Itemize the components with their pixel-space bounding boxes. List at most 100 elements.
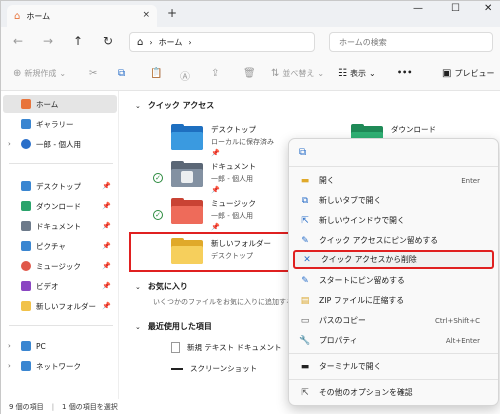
- pin-start-icon: ✎: [301, 275, 309, 286]
- chevron-right-icon[interactable]: ›: [8, 140, 11, 148]
- share-icon[interactable]: ⇪: [211, 68, 219, 79]
- maximize-button[interactable]: ☐: [451, 3, 460, 14]
- menu-item-open[interactable]: ▬ 開く Enter: [293, 171, 494, 190]
- folder-music[interactable]: ミュージック 一郎 - 個人用 📌: [171, 198, 256, 231]
- menu-item-pin-quick-access[interactable]: ✎ クイック アクセスにピン留めする: [293, 231, 494, 250]
- menu-item-label: 新しいタブで開く: [319, 196, 382, 205]
- chevron-right-icon: ›: [188, 37, 192, 47]
- remove-icon: ✕: [303, 254, 311, 265]
- folder-name: 新しいフォルダー: [211, 239, 271, 248]
- section-favorites[interactable]: ⌄ お気に入り: [135, 281, 188, 292]
- new-button[interactable]: ⊕ 新規作成 ⌄: [13, 68, 66, 79]
- sidebar-item-desktop[interactable]: デスクトップ 📌: [3, 177, 117, 195]
- close-tab-icon[interactable]: ×: [142, 10, 150, 20]
- recent-item-name: スクリーンショット: [190, 364, 258, 373]
- desktop-icon: [21, 181, 31, 191]
- sidebar-item-downloads[interactable]: ダウンロード 📌: [3, 197, 117, 215]
- forward-button[interactable]: →: [43, 34, 53, 48]
- gallery-icon: [21, 119, 31, 129]
- menu-item-open-new-window[interactable]: ⇱ 新しいウインドウで開く: [293, 211, 494, 230]
- recent-item[interactable]: 新規 テキスト ドキュメント: [171, 342, 282, 353]
- back-button[interactable]: ←: [13, 34, 23, 48]
- menu-item-remove-quick-access[interactable]: ✕ クイック アクセスから削除: [293, 250, 494, 269]
- chevron-down-icon: ⌄: [317, 69, 325, 78]
- menu-item-more-options[interactable]: ⇱ その他のオプションを確認: [293, 383, 494, 402]
- sidebar-item-pictures[interactable]: ピクチャ 📌: [3, 237, 117, 255]
- chevron-right-icon[interactable]: ›: [8, 342, 11, 350]
- address-bar[interactable]: ⌂ › ホーム ›: [129, 32, 315, 52]
- view-icon: ☷: [338, 68, 347, 79]
- menu-item-compress-zip[interactable]: ▤ ZIP ファイルに圧縮する: [293, 291, 494, 310]
- delete-icon[interactable]: 🗑: [243, 68, 256, 79]
- copy-icon[interactable]: ⧉: [118, 68, 125, 79]
- copy-path-icon: ▭: [300, 315, 310, 326]
- sidebar-item-music[interactable]: ミュージック 📌: [3, 257, 117, 275]
- sidebar-item-label: ネットワーク: [36, 361, 81, 371]
- sort-icon: ⇅: [271, 68, 280, 79]
- section-quick-access[interactable]: ⌄ クイック アクセス: [135, 100, 214, 111]
- paste-icon[interactable]: 📋: [150, 68, 162, 79]
- folder-icon: [21, 301, 31, 311]
- sidebar-item-label: PC: [36, 341, 46, 351]
- menu-item-properties[interactable]: 🔧 プロパティ Alt+Enter: [293, 331, 494, 350]
- status-separator: |: [51, 403, 55, 411]
- cut-icon[interactable]: ✂: [89, 68, 97, 79]
- section-recent[interactable]: ⌄ 最近使用した項目: [135, 321, 212, 332]
- menu-item-label: 新しいウインドウで開く: [319, 216, 405, 225]
- pin-icon: 📌: [211, 149, 220, 157]
- search-box[interactable]: [329, 32, 493, 52]
- sidebar-item-pc[interactable]: › PC: [3, 337, 117, 355]
- sort-button[interactable]: ⇅ 並べ替え ⌄: [271, 68, 324, 79]
- chevron-right-icon[interactable]: ›: [8, 362, 11, 370]
- folder-desktop[interactable]: デスクトップ ローカルに保存済み 📌: [171, 124, 274, 157]
- preview-button[interactable]: ▣ プレビュー: [442, 68, 494, 79]
- network-icon: [21, 361, 31, 371]
- sidebar-item-network[interactable]: › ネットワーク: [3, 357, 117, 375]
- sidebar-item-label: ホーム: [36, 99, 59, 109]
- sidebar-item-label: 新しいフォルダー: [36, 301, 96, 311]
- file-explorer-window: ⌂ ホーム × + — ☐ ✕ ← → ↑ ↻ ⌂ › ホーム › ⊕ 新規作成…: [0, 0, 500, 414]
- new-folder-icon: [171, 238, 203, 264]
- pin-icon: 📌: [102, 182, 111, 190]
- sidebar-item-gallery[interactable]: ギャラリー: [3, 115, 117, 133]
- recent-item[interactable]: スクリーンショット: [171, 363, 257, 374]
- view-button[interactable]: ☷ 表示 ⌄: [338, 68, 376, 79]
- pc-icon: [21, 341, 31, 351]
- menu-item-copy-path[interactable]: ▭ パスのコピー Ctrl+Shift+C: [293, 311, 494, 330]
- command-bar: ⊕ 新規作成 ⌄ ✂ ⧉ 📋 Ⓐ ⇪ 🗑 ⇅ 並べ替え ⌄ ☷ 表示 ⌄ •••…: [1, 57, 500, 91]
- folder-new-folder[interactable]: 新しいフォルダー デスクトップ: [171, 238, 271, 264]
- minimize-button[interactable]: —: [413, 3, 423, 14]
- sidebar-item-onedrive[interactable]: › 一郎 - 個人用: [3, 135, 117, 153]
- more-options-button[interactable]: •••: [397, 68, 412, 77]
- chevron-down-icon: ⌄: [368, 69, 376, 78]
- close-button[interactable]: ✕: [484, 3, 492, 14]
- menu-item-open-terminal[interactable]: ▬ ターミナルで開く: [293, 357, 494, 376]
- sidebar-item-documents[interactable]: ドキュメント 📌: [3, 217, 117, 235]
- menu-item-pin-start[interactable]: ✎ スタートにピン留めする: [293, 271, 494, 290]
- tab-title: ホーム: [26, 11, 51, 21]
- tab-home[interactable]: ⌂ ホーム ×: [7, 5, 157, 27]
- new-tab-button[interactable]: +: [167, 7, 177, 19]
- menu-item-open-new-tab[interactable]: ⧉ 新しいタブで開く: [293, 191, 494, 210]
- folder-documents[interactable]: ドキュメント 一郎 - 個人用 📌: [171, 161, 256, 194]
- sort-button-label: 並べ替え: [282, 69, 315, 78]
- item-count: 9 個の項目: [9, 403, 44, 411]
- menu-item-label: ターミナルで開く: [319, 362, 382, 371]
- sidebar-item-videos[interactable]: ビデオ 📌: [3, 277, 117, 295]
- zip-icon: ▤: [300, 295, 310, 306]
- chevron-right-icon: ›: [149, 37, 153, 47]
- chevron-down-icon: ⌄: [135, 101, 141, 110]
- sidebar-item-new-folder[interactable]: 新しいフォルダー 📌: [3, 297, 117, 315]
- sidebar-item-home[interactable]: ホーム: [3, 95, 117, 113]
- folder-name: デスクトップ: [211, 125, 256, 134]
- section-title: 最近使用した項目: [147, 322, 212, 331]
- menu-item-label: その他のオプションを確認: [319, 388, 413, 397]
- folder-name: ダウンロード: [391, 125, 436, 134]
- refresh-button[interactable]: ↻: [103, 34, 113, 48]
- rename-icon[interactable]: Ⓐ: [180, 68, 190, 83]
- breadcrumb[interactable]: ホーム: [159, 37, 183, 48]
- up-button[interactable]: ↑: [73, 34, 83, 48]
- copy-icon[interactable]: ⧉: [299, 147, 306, 158]
- search-input[interactable]: [330, 33, 492, 51]
- navigation-pane: ホーム ギャラリー › 一郎 - 個人用 デスクトップ 📌 ダウンロード 📌 ド…: [1, 91, 119, 399]
